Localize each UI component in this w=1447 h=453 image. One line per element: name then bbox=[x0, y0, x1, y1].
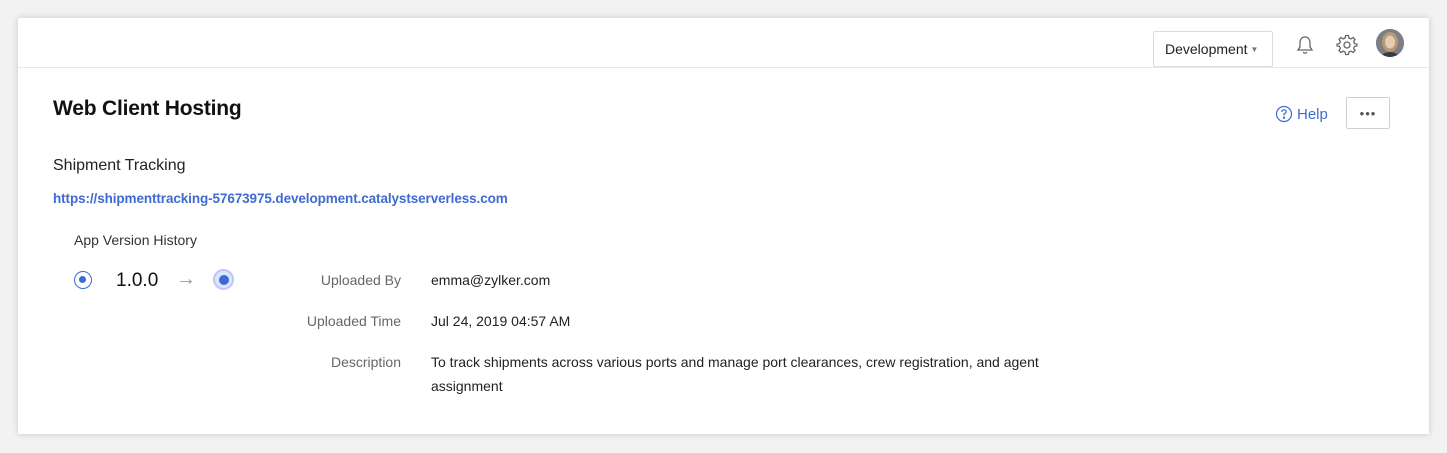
uploaded-time-label: Uploaded Time bbox=[306, 313, 401, 329]
page-title: Web Client Hosting bbox=[53, 97, 242, 120]
version-number: 1.0.0 bbox=[116, 270, 159, 291]
gear-icon[interactable] bbox=[1336, 34, 1358, 56]
uploaded-by-value: emma@zylker.com bbox=[431, 272, 551, 288]
hosting-card: Development ▼ Web Client Hosting Help ••… bbox=[18, 18, 1429, 434]
help-link[interactable]: Help bbox=[1275, 104, 1328, 124]
app-name: Shipment Tracking bbox=[53, 157, 186, 174]
app-url-link[interactable]: https://shipmenttracking-57673975.develo… bbox=[53, 191, 508, 206]
help-label: Help bbox=[1297, 105, 1328, 123]
environment-dropdown[interactable]: Development ▼ bbox=[1153, 31, 1273, 67]
environment-selected: Development bbox=[1165, 41, 1248, 57]
dropdown-caret-icon: ▼ bbox=[1250, 45, 1259, 54]
help-icon bbox=[1275, 105, 1293, 123]
more-options-button[interactable]: ••• bbox=[1346, 97, 1390, 129]
arrow-right-icon: → bbox=[176, 268, 196, 290]
version-radio-selected[interactable] bbox=[74, 271, 92, 289]
uploaded-by-label: Uploaded By bbox=[320, 272, 401, 288]
description-label: Description bbox=[330, 354, 401, 370]
bell-icon[interactable] bbox=[1294, 34, 1316, 56]
description-value: To track shipments across various ports … bbox=[431, 354, 1039, 394]
version-history-label: App Version History bbox=[74, 232, 197, 248]
avatar[interactable] bbox=[1376, 29, 1404, 57]
uploaded-time-value: Jul 24, 2019 04:57 AM bbox=[431, 313, 571, 329]
top-bar: Development ▼ bbox=[18, 18, 1429, 68]
